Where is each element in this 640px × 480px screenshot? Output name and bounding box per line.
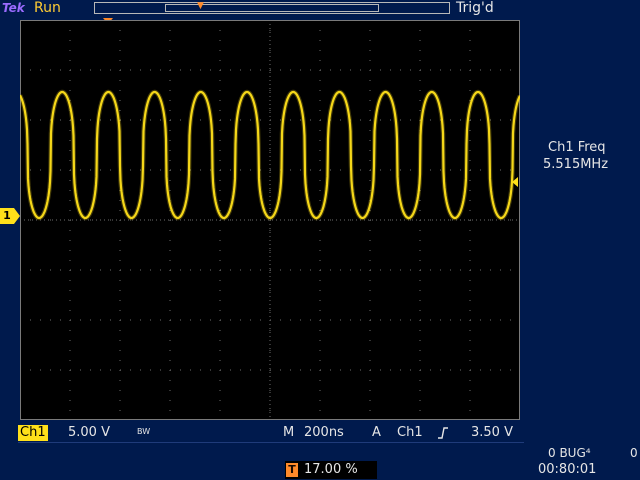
record-trigger-marker-icon: ▼ [197, 1, 204, 11]
measurement-value: 5.515MHz [543, 157, 609, 172]
trigger-position-readout[interactable]: T 17.00 % [285, 461, 377, 479]
channel-1-scale: 5.00 V [68, 425, 110, 440]
channel-1-marker-label: 1 [0, 208, 14, 224]
trigger-level-arrow-icon[interactable] [512, 177, 518, 187]
trigger-prefix: A [372, 425, 381, 440]
waveform-display [20, 20, 520, 420]
trigger-position-readout-icon: T [286, 463, 298, 477]
channel-1-ground-marker[interactable]: 1 [0, 208, 20, 224]
trigger-status: Trig'd [456, 0, 494, 16]
acquisition-state: Run [34, 0, 61, 16]
channel-1-marker-arrow-icon [14, 208, 20, 224]
bandwidth-limit-badge: BW [137, 427, 151, 436]
record-length-indicator: ▼ [94, 1, 450, 14]
timebase-scale: 200ns [304, 425, 344, 440]
timebase-prefix: M [283, 425, 295, 440]
brand-logo: Tek [2, 1, 25, 15]
rising-edge-icon [438, 427, 448, 439]
bug-counter-extra: 0 [630, 446, 638, 460]
trigger-source: Ch1 [397, 425, 423, 440]
waveform-graticule[interactable] [20, 20, 520, 420]
trigger-position-value: 17.00 % [304, 462, 358, 477]
trigger-level: 3.50 V [471, 425, 513, 440]
top-status-bar: Tek Run ▼ Trig'd [0, 0, 640, 18]
bug-counter: 0 BUG⁴ [548, 446, 591, 460]
elapsed-time: 00:80:01 [538, 462, 597, 477]
measurement-label: Ch1 Freq [548, 140, 606, 155]
channel-1-tag[interactable]: Ch1 [18, 425, 48, 441]
settings-status-bar: Ch1 5.00 V BW M 200ns A Ch1 3.50 V [0, 424, 640, 444]
